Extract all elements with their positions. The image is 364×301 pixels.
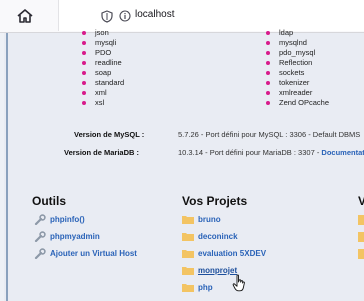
- list-item: xmlreader: [264, 88, 329, 98]
- page-border: [6, 33, 8, 301]
- tools-title: Outils: [32, 194, 67, 208]
- list-item: PDO: [80, 48, 124, 58]
- bullet-icon: [266, 101, 270, 105]
- mysql-version-value: 5.7.26 - Port défini pour MySQL : 3306 -…: [178, 130, 361, 139]
- bullet-icon: [82, 81, 86, 85]
- bullet-icon: [266, 81, 270, 85]
- list-item: xsl: [80, 98, 124, 108]
- folder-icon: [358, 232, 364, 242]
- folder-icon: [182, 216, 194, 224]
- list-item: mysqlnd: [264, 38, 329, 48]
- mysql-version-label: Version de MySQL :: [74, 130, 145, 139]
- info-icon[interactable]: [119, 10, 131, 22]
- mariadb-version-value: 10.3.14 - Port défini pour MariaDB : 330…: [178, 146, 364, 159]
- bullet-icon: [82, 71, 86, 75]
- documentation-link[interactable]: Documentation: [321, 148, 364, 157]
- folder-icon: [358, 249, 364, 259]
- folder-icon: [182, 284, 194, 292]
- project-link-label[interactable]: deconinck: [198, 230, 238, 243]
- home-icon[interactable]: [16, 8, 34, 24]
- list-item: Reflection: [264, 58, 329, 68]
- mysql-version-row: Version de MySQL : 5.7.26 - Port défini …: [0, 128, 364, 141]
- list-item: ldap: [264, 28, 329, 38]
- bullet-icon: [266, 61, 270, 65]
- bullet-icon: [82, 61, 86, 65]
- projects-title: Vos Projets: [182, 194, 248, 208]
- bullet-icon: [82, 91, 86, 95]
- list-item: soap: [80, 68, 124, 78]
- mariadb-version-text: 10.3.14 - Port défini pour MariaDB : 330…: [178, 148, 322, 157]
- list-item: pdo_mysql: [264, 48, 329, 58]
- wrench-icon: [34, 248, 46, 259]
- bullet-icon: [82, 101, 86, 105]
- project-link-label[interactable]: php: [198, 281, 213, 294]
- bullet-icon: [82, 31, 86, 35]
- url-text[interactable]: localhost: [135, 9, 174, 20]
- folder-icon: [182, 267, 194, 275]
- list-item: sockets: [264, 68, 329, 78]
- third-column-title: V: [358, 194, 364, 208]
- bullet-icon: [82, 41, 86, 45]
- bullet-icon: [266, 91, 270, 95]
- shield-icon[interactable]: [101, 10, 113, 23]
- wrench-icon: [34, 214, 46, 225]
- bullet-icon: [266, 51, 270, 55]
- list-item: readline: [80, 58, 124, 68]
- folder-icon: [182, 233, 194, 241]
- list-item: mysqli: [80, 38, 124, 48]
- url-bar[interactable]: localhost: [58, 0, 364, 31]
- project-link-label[interactable]: bruno: [198, 213, 221, 226]
- tool-link-label[interactable]: Ajouter un Virtual Host: [50, 247, 137, 260]
- bullet-icon: [266, 71, 270, 75]
- list-item: xml: [80, 88, 124, 98]
- list-item: standard: [80, 78, 124, 88]
- folder-icon: [358, 215, 364, 225]
- bullet-icon: [266, 41, 270, 45]
- wrench-icon: [34, 231, 46, 242]
- project-link-label[interactable]: evaluation 5XDEV: [198, 247, 266, 260]
- mariadb-version-row: Version de MariaDB : 10.3.14 - Port défi…: [0, 146, 364, 159]
- bullet-icon: [266, 31, 270, 35]
- bullet-icon: [82, 51, 86, 55]
- list-item: tokenizer: [264, 78, 329, 88]
- list-item: json: [80, 28, 124, 38]
- tool-link-label[interactable]: phpmyadmin: [50, 230, 100, 243]
- list-item: Zend OPcache: [264, 98, 329, 108]
- tool-link-label[interactable]: phpinfo(): [50, 213, 85, 226]
- extension-list-left: json mysqli PDO readline soap standard x…: [80, 28, 124, 108]
- hand-pointer-icon: [232, 274, 245, 292]
- mariadb-version-label: Version de MariaDB :: [64, 148, 140, 157]
- extension-list-right: ldap mysqlnd pdo_mysql Reflection socket…: [264, 28, 329, 108]
- folder-icon: [182, 250, 194, 258]
